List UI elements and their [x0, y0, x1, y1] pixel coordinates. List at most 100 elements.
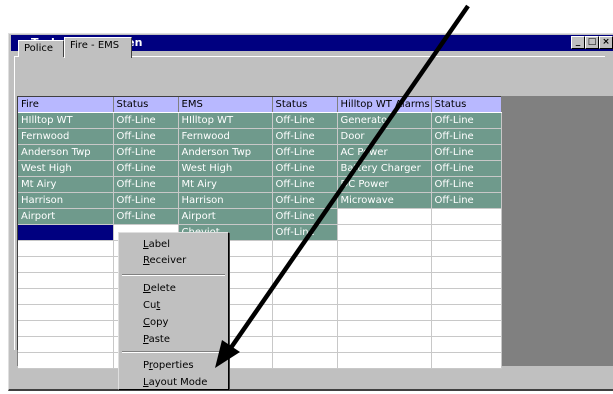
table-row[interactable] [18, 352, 502, 369]
grid-cell[interactable]: Off-Line [113, 112, 179, 129]
table-row[interactable]: West High Off-Line West High Off-Line Batter… [18, 160, 502, 177]
column-header[interactable]: Status [113, 97, 179, 113]
grid-cell[interactable] [272, 272, 338, 289]
grid-cell[interactable]: Harrison [18, 192, 114, 209]
grid-cell[interactable] [18, 224, 114, 241]
grid-cell[interactable]: Fernwood [178, 128, 273, 145]
grid-cell[interactable]: West High [178, 160, 273, 177]
menu-item-cut[interactable]: Cut [143, 298, 160, 313]
grid-cell[interactable]: Off-Line [431, 128, 502, 145]
grid-cell[interactable]: Off-Line [113, 176, 179, 193]
grid-cell[interactable] [431, 208, 502, 225]
column-header[interactable]: Fire [18, 97, 114, 113]
grid-cell[interactable]: Mt Airy [178, 176, 273, 193]
grid-cell[interactable]: Fernwood [18, 128, 114, 145]
grid-cell[interactable]: Mt Airy [18, 176, 114, 193]
grid-cell[interactable] [272, 336, 338, 353]
grid-cell[interactable] [337, 240, 432, 257]
tab-fire-ems[interactable]: Fire - EMS [64, 37, 132, 58]
table-row[interactable] [18, 320, 502, 337]
grid-cell[interactable]: Off-Line [431, 160, 502, 177]
grid-cell[interactable] [337, 224, 432, 241]
table-row[interactable] [18, 272, 502, 289]
grid-cell[interactable] [272, 256, 338, 273]
grid-cell[interactable] [431, 304, 502, 321]
table-row[interactable]: Mt Airy Off-Line Mt Airy Off-Line DC Power Of… [18, 176, 502, 193]
menu-item-properties[interactable]: Properties [143, 358, 194, 373]
grid-cell[interactable]: Off-Line [272, 208, 338, 225]
column-header[interactable]: Status [431, 97, 502, 113]
grid-cell[interactable] [431, 336, 502, 353]
grid-cell[interactable] [337, 272, 432, 289]
grid-cell[interactable]: Off-Line [113, 160, 179, 177]
grid-cell[interactable]: Off-Line [272, 160, 338, 177]
grid-cell[interactable] [431, 320, 502, 337]
grid-cell[interactable] [337, 288, 432, 305]
grid-cell[interactable]: Harrison [178, 192, 273, 209]
menu-item-copy[interactable]: Copy [143, 315, 168, 330]
grid-cell[interactable]: Airport [18, 208, 114, 225]
grid-cell[interactable]: Off-Line [113, 144, 179, 161]
grid-cell[interactable] [272, 240, 338, 257]
grid-cell[interactable] [337, 256, 432, 273]
grid-cell[interactable]: AC Power [337, 144, 432, 161]
grid-cell[interactable]: West High [18, 160, 114, 177]
grid-cell[interactable] [18, 352, 114, 369]
table-row[interactable] [18, 240, 502, 257]
grid-cell[interactable]: Off-Line [272, 192, 338, 209]
table-row[interactable]: Harrison Off-Line Harrison Off-Line Microwav… [18, 192, 502, 209]
grid-cell[interactable] [431, 224, 502, 241]
grid-cell[interactable]: Off-Line [431, 112, 502, 129]
grid-cell[interactable]: Door [337, 128, 432, 145]
grid-cell[interactable]: Off-Line [272, 224, 338, 241]
grid-cell[interactable] [18, 240, 114, 257]
maximize-icon[interactable]: □ [585, 36, 599, 49]
menu-item-paste[interactable]: Paste [143, 332, 170, 347]
column-header[interactable]: EMS [178, 97, 273, 113]
table-row[interactable]: CheviotOff-Line [18, 224, 502, 241]
table-row[interactable]: HIlltop WT Off-Line HIlltop WT Off-Line Gene… [18, 112, 502, 129]
grid-cell[interactable] [272, 352, 338, 369]
grid-cell[interactable]: Off-Line [272, 176, 338, 193]
table-row[interactable]: Anderson Twp Off-Line Anderson Twp Off-Line… [18, 144, 502, 161]
grid-cell[interactable]: Off-Line [272, 144, 338, 161]
grid-cell[interactable] [431, 352, 502, 369]
tab-police[interactable]: Police [18, 40, 64, 57]
grid-cell[interactable]: DC Power [337, 176, 432, 193]
table-row[interactable]: Fernwood Off-Line Fernwood Off-Line Door Off-… [18, 128, 502, 145]
grid-cell[interactable]: Battery Charger [337, 160, 432, 177]
grid-cell[interactable]: Airport [178, 208, 273, 225]
grid-cell[interactable] [18, 272, 114, 289]
grid-cell[interactable] [18, 256, 114, 273]
grid-cell[interactable]: HIlltop WT [178, 112, 273, 129]
grid-cell[interactable] [272, 288, 338, 305]
table-row[interactable] [18, 336, 502, 353]
grid-cell[interactable] [337, 304, 432, 321]
grid-cell[interactable] [272, 320, 338, 337]
menu-item-receiver[interactable]: Receiver [143, 253, 186, 268]
table-row[interactable] [18, 288, 502, 305]
grid-cell[interactable] [18, 288, 114, 305]
grid-cell[interactable]: Anderson Twp [178, 144, 273, 161]
grid-cell[interactable]: Off-Line [113, 192, 179, 209]
grid-cell[interactable] [431, 240, 502, 257]
grid-cell[interactable] [337, 352, 432, 369]
grid-cell[interactable] [337, 320, 432, 337]
grid-cell[interactable] [431, 288, 502, 305]
grid-cell[interactable] [18, 320, 114, 337]
column-header[interactable]: Status [272, 97, 338, 113]
minimize-icon[interactable]: _ [571, 36, 585, 49]
grid-cell[interactable] [337, 208, 432, 225]
grid-cell[interactable]: Off-Line [431, 144, 502, 161]
table-row[interactable] [18, 256, 502, 273]
grid-cell[interactable] [272, 304, 338, 321]
grid-cell[interactable] [18, 336, 114, 353]
grid-cell[interactable]: Off-Line [272, 128, 338, 145]
grid-cell[interactable]: Off-Line [431, 176, 502, 193]
grid-cell[interactable] [337, 336, 432, 353]
grid-cell[interactable]: Off-Line [431, 192, 502, 209]
grid-cell[interactable]: Generator [337, 112, 432, 129]
close-icon[interactable]: × [599, 36, 613, 49]
grid-cell[interactable]: Anderson Twp [18, 144, 114, 161]
grid-cell[interactable]: Off-Line [113, 208, 179, 225]
